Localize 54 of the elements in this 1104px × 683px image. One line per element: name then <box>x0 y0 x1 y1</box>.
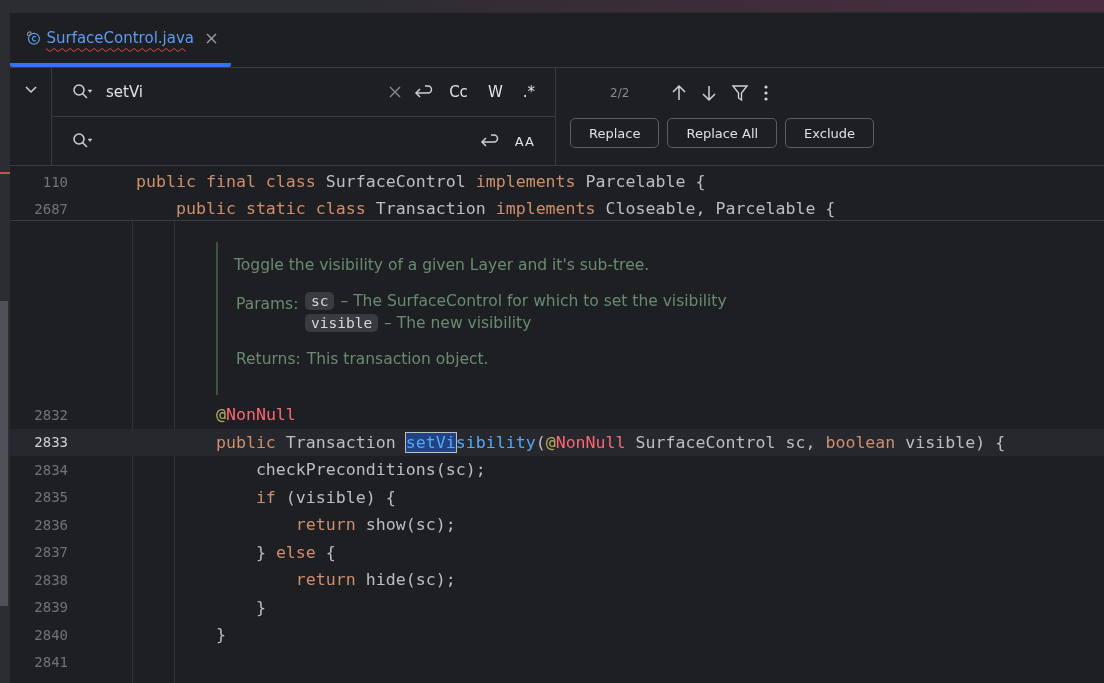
line-number: 2837 <box>33 544 69 561</box>
preserve-case-toggle[interactable]: AA <box>510 131 539 151</box>
code-line: return hide(sc); <box>294 570 456 590</box>
error-marker <box>0 172 10 174</box>
replace-action-button[interactable]: Replace All <box>667 118 778 148</box>
search-icon[interactable] <box>72 132 94 150</box>
line-number: 2832 <box>33 406 69 423</box>
arrow-up-icon[interactable] <box>671 84 688 102</box>
line-number: 2836 <box>33 516 69 533</box>
param-description: – The new visibility <box>384 314 532 332</box>
code-line: } <box>214 625 226 645</box>
param-name: visible <box>305 314 379 332</box>
replace-action-button[interactable]: Exclude <box>785 118 875 148</box>
search-field[interactable]: setVi <box>106 83 378 101</box>
search-option-toggle[interactable]: W <box>483 81 507 103</box>
arrow-down-icon[interactable] <box>701 84 718 102</box>
code-line: checkPreconditions(sc); <box>254 460 486 480</box>
code-line: } <box>254 597 266 617</box>
code-line: @NonNull <box>214 405 296 425</box>
code-line: public static class Transaction implements Closeable, Parcelable { <box>174 199 836 218</box>
scrollbar-thumb[interactable] <box>0 301 8 606</box>
search-option-toggle[interactable]: Cc <box>445 81 472 103</box>
code-line: public Transaction setVisibility(@NonNull SurfaceControl sc, boolean visible) { <box>214 432 1006 452</box>
line-number: 2841 <box>33 654 69 671</box>
close-icon[interactable] <box>206 32 217 44</box>
code-line: } else { <box>254 542 336 562</box>
search-icon[interactable] <box>72 83 94 101</box>
code-line: public final class SurfaceControl implements Parcelable { <box>136 172 706 191</box>
params-label: Params: <box>236 294 300 315</box>
match-count: 2/2 <box>610 86 630 100</box>
replace-action-button[interactable]: Replace <box>570 118 660 148</box>
code-line: if (visible) { <box>254 487 396 507</box>
returns-description: This transaction object. <box>306 350 489 368</box>
line-number: 110 <box>41 173 69 190</box>
line-number: 2835 <box>33 489 69 506</box>
doc-summary: Toggle the visibility of a given Layer and it's sub-tree. <box>234 256 651 274</box>
line-number: 2833 <box>33 434 69 451</box>
class-icon <box>26 28 41 48</box>
param-name: sc <box>305 292 335 310</box>
line-number: 2840 <box>33 626 69 643</box>
editor-tab[interactable]: SurfaceControl.java <box>10 13 231 67</box>
param-description: – The SurfaceControl for which to set the visibility <box>340 292 727 310</box>
line-number: 2834 <box>33 461 69 478</box>
line-number: 2687 <box>33 200 69 217</box>
clear-icon[interactable] <box>389 86 402 98</box>
more-icon[interactable] <box>763 84 770 102</box>
tab-label: SurfaceControl.java <box>46 28 194 47</box>
code-line: return show(sc); <box>294 515 456 535</box>
line-number: 2838 <box>33 571 69 588</box>
search-option-toggle[interactable]: .* <box>518 81 539 103</box>
chevron-down-icon[interactable] <box>23 84 38 94</box>
returns-label: Returns: <box>236 350 301 368</box>
filter-icon[interactable] <box>731 84 750 102</box>
line-number: 2839 <box>33 599 69 616</box>
